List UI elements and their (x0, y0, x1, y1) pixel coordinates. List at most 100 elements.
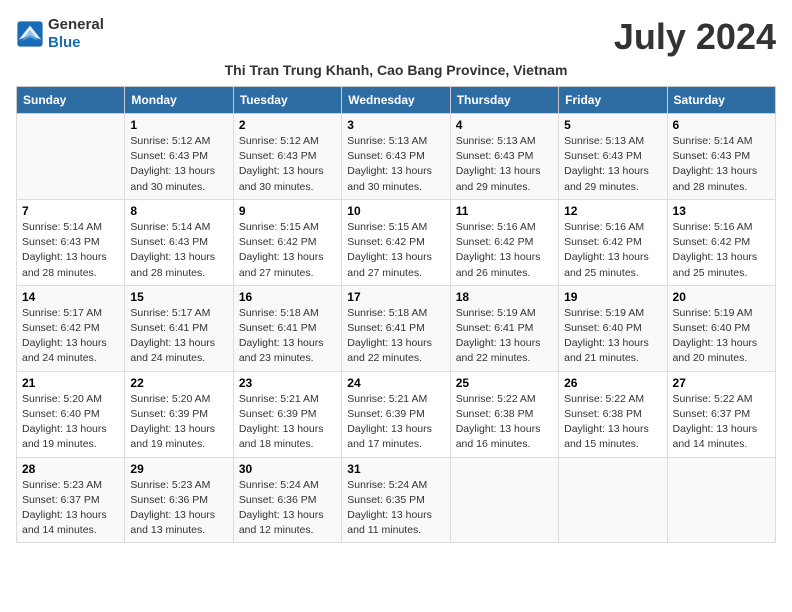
day-number: 31 (347, 462, 444, 476)
cell-content: Sunrise: 5:20 AM Sunset: 6:40 PM Dayligh… (22, 392, 119, 453)
calendar-week-row: 21 Sunrise: 5:20 AM Sunset: 6:40 PM Dayli… (17, 371, 776, 457)
calendar-cell: 12 Sunrise: 5:16 AM Sunset: 6:42 PM Dayli… (559, 199, 667, 285)
cell-content: Sunrise: 5:13 AM Sunset: 6:43 PM Dayligh… (456, 134, 553, 195)
calendar-header-wednesday: Wednesday (342, 87, 450, 114)
calendar-week-row: 1 Sunrise: 5:12 AM Sunset: 6:43 PM Daylig… (17, 114, 776, 200)
day-number: 11 (456, 204, 553, 218)
calendar-cell: 24Sunrise: 5:21 AM Sunset: 6:39 PM Dayli… (342, 371, 450, 457)
logo-line2: Blue (48, 34, 104, 52)
day-number: 26 (564, 376, 661, 390)
day-number: 16 (239, 290, 336, 304)
page-title: July 2024 (614, 16, 776, 58)
day-number: 21 (22, 376, 119, 390)
calendar-cell: 15 Sunrise: 5:17 AM Sunset: 6:41 PM Dayli… (125, 285, 233, 371)
day-number: 6 (673, 118, 770, 132)
calendar-cell: 31 Sunrise: 5:24 AM Sunset: 6:35 PM Dayli… (342, 457, 450, 543)
calendar-cell: 28 Sunrise: 5:23 AM Sunset: 6:37 PM Dayli… (17, 457, 125, 543)
cell-content: Sunrise: 5:18 AM Sunset: 6:41 PM Dayligh… (239, 306, 336, 367)
day-number: 4 (456, 118, 553, 132)
calendar-header-sunday: Sunday (17, 87, 125, 114)
calendar-cell: 30Sunrise: 5:24 AM Sunset: 6:36 PM Dayli… (233, 457, 341, 543)
calendar-cell: 8Sunrise: 5:14 AM Sunset: 6:43 PM Daylig… (125, 199, 233, 285)
calendar-cell: 13 Sunrise: 5:16 AM Sunset: 6:42 PM Dayli… (667, 199, 775, 285)
calendar-cell: 26 Sunrise: 5:22 AM Sunset: 6:38 PM Dayli… (559, 371, 667, 457)
logo-line1: General (48, 16, 104, 34)
day-number: 19 (564, 290, 661, 304)
calendar-cell: 10 Sunrise: 5:15 AM Sunset: 6:42 PM Dayli… (342, 199, 450, 285)
cell-content: Sunrise: 5:19 AM Sunset: 6:40 PM Dayligh… (564, 306, 661, 367)
cell-content: Sunrise: 5:17 AM Sunset: 6:41 PM Dayligh… (130, 306, 227, 367)
calendar-header-saturday: Saturday (667, 87, 775, 114)
calendar-cell (667, 457, 775, 543)
calendar-cell: 25 Sunrise: 5:22 AM Sunset: 6:38 PM Dayli… (450, 371, 558, 457)
calendar-cell: 19 Sunrise: 5:19 AM Sunset: 6:40 PM Dayli… (559, 285, 667, 371)
cell-content: Sunrise: 5:24 AM Sunset: 6:35 PM Dayligh… (347, 478, 444, 539)
day-number: 28 (22, 462, 119, 476)
cell-content: Sunrise: 5:23 AM Sunset: 6:36 PM Dayligh… (130, 478, 227, 539)
cell-content: Sunrise: 5:14 AM Sunset: 6:43 PM Dayligh… (22, 220, 119, 281)
day-number: 1 (130, 118, 227, 132)
day-number: 12 (564, 204, 661, 218)
calendar-cell: 6 Sunrise: 5:14 AM Sunset: 6:43 PM Daylig… (667, 114, 775, 200)
calendar-cell: 20 Sunrise: 5:19 AM Sunset: 6:40 PM Dayli… (667, 285, 775, 371)
cell-content: Sunrise: 5:23 AM Sunset: 6:37 PM Dayligh… (22, 478, 119, 539)
calendar-cell: 17 Sunrise: 5:18 AM Sunset: 6:41 PM Dayli… (342, 285, 450, 371)
day-number: 3 (347, 118, 444, 132)
day-number: 15 (130, 290, 227, 304)
calendar-cell (559, 457, 667, 543)
calendar-cell: 14 Sunrise: 5:17 AM Sunset: 6:42 PM Dayli… (17, 285, 125, 371)
calendar-cell (450, 457, 558, 543)
calendar-cell: 5 Sunrise: 5:13 AM Sunset: 6:43 PM Daylig… (559, 114, 667, 200)
logo-icon (16, 20, 44, 48)
cell-content: Sunrise: 5:13 AM Sunset: 6:43 PM Dayligh… (564, 134, 661, 195)
cell-content: Sunrise: 5:15 AM Sunset: 6:42 PM Dayligh… (347, 220, 444, 281)
cell-content: Sunrise: 5:17 AM Sunset: 6:42 PM Dayligh… (22, 306, 119, 367)
day-number: 14 (22, 290, 119, 304)
calendar-cell: 16 Sunrise: 5:18 AM Sunset: 6:41 PM Dayli… (233, 285, 341, 371)
calendar-header-tuesday: Tuesday (233, 87, 341, 114)
calendar-week-row: 28 Sunrise: 5:23 AM Sunset: 6:37 PM Dayli… (17, 457, 776, 543)
day-number: 30 (239, 462, 336, 476)
cell-content: Sunrise: 5:16 AM Sunset: 6:42 PM Dayligh… (564, 220, 661, 281)
calendar-header-thursday: Thursday (450, 87, 558, 114)
day-number: 17 (347, 290, 444, 304)
cell-content: Sunrise: 5:22 AM Sunset: 6:37 PM Dayligh… (673, 392, 770, 453)
day-number: 25 (456, 376, 553, 390)
cell-content: Sunrise: 5:22 AM Sunset: 6:38 PM Dayligh… (564, 392, 661, 453)
day-number: 5 (564, 118, 661, 132)
calendar-cell: 4 Sunrise: 5:13 AM Sunset: 6:43 PM Daylig… (450, 114, 558, 200)
cell-content: Sunrise: 5:18 AM Sunset: 6:41 PM Dayligh… (347, 306, 444, 367)
subtitle: Thi Tran Trung Khanh, Cao Bang Province,… (16, 62, 776, 78)
day-number: 29 (130, 462, 227, 476)
calendar-cell: 21 Sunrise: 5:20 AM Sunset: 6:40 PM Dayli… (17, 371, 125, 457)
day-number: 18 (456, 290, 553, 304)
day-number: 20 (673, 290, 770, 304)
logo: General Blue (16, 16, 104, 52)
cell-content: Sunrise: 5:13 AM Sunset: 6:43 PM Dayligh… (347, 134, 444, 195)
calendar-cell: 1Sunrise: 5:12 AM Sunset: 6:43 PM Daylig… (125, 114, 233, 200)
calendar-cell: 2 Sunrise: 5:12 AM Sunset: 6:43 PM Daylig… (233, 114, 341, 200)
day-number: 13 (673, 204, 770, 218)
cell-content: Sunrise: 5:21 AM Sunset: 6:39 PM Dayligh… (239, 392, 336, 453)
cell-content: Sunrise: 5:16 AM Sunset: 6:42 PM Dayligh… (456, 220, 553, 281)
calendar-cell: 22Sunrise: 5:20 AM Sunset: 6:39 PM Dayli… (125, 371, 233, 457)
calendar-cell: 29 Sunrise: 5:23 AM Sunset: 6:36 PM Dayli… (125, 457, 233, 543)
day-number: 10 (347, 204, 444, 218)
day-number: 9 (239, 204, 336, 218)
cell-content: Sunrise: 5:19 AM Sunset: 6:40 PM Dayligh… (673, 306, 770, 367)
cell-content: Sunrise: 5:22 AM Sunset: 6:38 PM Dayligh… (456, 392, 553, 453)
cell-content: Sunrise: 5:12 AM Sunset: 6:43 PM Dayligh… (239, 134, 336, 195)
cell-content: Sunrise: 5:16 AM Sunset: 6:42 PM Dayligh… (673, 220, 770, 281)
cell-content: Sunrise: 5:14 AM Sunset: 6:43 PM Dayligh… (673, 134, 770, 195)
calendar-cell: 11 Sunrise: 5:16 AM Sunset: 6:42 PM Dayli… (450, 199, 558, 285)
calendar-cell (17, 114, 125, 200)
cell-content: Sunrise: 5:19 AM Sunset: 6:41 PM Dayligh… (456, 306, 553, 367)
day-number: 2 (239, 118, 336, 132)
cell-content: Sunrise: 5:20 AM Sunset: 6:39 PM Dayligh… (130, 392, 227, 453)
day-number: 23 (239, 376, 336, 390)
calendar-header-friday: Friday (559, 87, 667, 114)
day-number: 8 (130, 204, 227, 218)
calendar-cell: 3 Sunrise: 5:13 AM Sunset: 6:43 PM Daylig… (342, 114, 450, 200)
day-number: 7 (22, 204, 119, 218)
day-number: 24 (347, 376, 444, 390)
